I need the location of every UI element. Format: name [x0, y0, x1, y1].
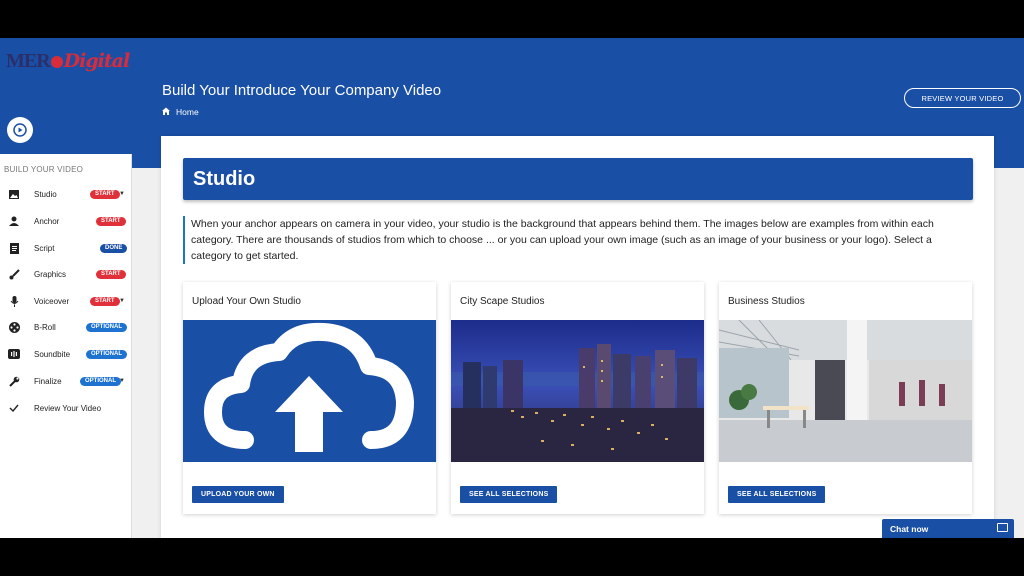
status-badge: START: [90, 296, 120, 306]
cloud-upload-icon[interactable]: [183, 320, 436, 462]
caret-down-icon[interactable]: ▼: [119, 298, 125, 304]
section-title: Studio: [193, 168, 256, 190]
film-reel-icon: [8, 321, 20, 333]
sidebar: MER Digital BUILD YOUR VIDEO Studio START…: [0, 38, 132, 538]
person-icon: [8, 215, 20, 227]
sidebar-item-soundbite[interactable]: Soundbite OPTIONAL: [0, 344, 132, 364]
sidebar-item-review[interactable]: Review Your Video: [0, 398, 132, 418]
home-icon[interactable]: [162, 107, 170, 117]
script-icon: [8, 242, 20, 254]
chat-label: Chat now: [890, 523, 929, 534]
sidebar-item-studio[interactable]: Studio START ▼: [0, 184, 132, 204]
play-circle-icon[interactable]: [7, 117, 33, 143]
sidebar-item-graphics[interactable]: Graphics START: [0, 264, 132, 284]
sidebar-item-label: Graphics: [34, 269, 67, 279]
sidebar-item-label: B-Roll: [34, 322, 56, 332]
card-title: Business Studios: [728, 296, 805, 307]
wrench-icon: [8, 375, 20, 387]
page-title: Build Your Introduce Your Company Video: [162, 82, 442, 99]
see-all-business-button[interactable]: SEE ALL SELECTIONS: [728, 486, 826, 503]
studio-card-upload[interactable]: Upload Your Own Studio UPLOAD YOUR OWN: [183, 282, 436, 514]
studio-card-cityscape[interactable]: City Scape Studios SEE ALL SELECTIONS: [451, 282, 704, 514]
logo-text: MER: [6, 50, 51, 72]
brush-icon: [8, 268, 20, 280]
sidebar-item-label: Voiceover: [34, 296, 70, 306]
review-video-button[interactable]: REVIEW YOUR VIDEO: [904, 88, 1021, 108]
chat-now-widget[interactable]: Chat now: [882, 519, 1014, 538]
sidebar-item-finalize[interactable]: Finalize OPTIONAL ▼: [0, 371, 132, 391]
sidebar-item-label: Script: [34, 243, 55, 253]
logo-mark-icon: [50, 56, 63, 69]
sidebar-item-label: Finalize: [34, 376, 62, 386]
caret-down-icon[interactable]: ▼: [119, 191, 125, 197]
sidebar-item-label: Soundbite: [34, 349, 71, 359]
sidebar-header: MER Digital: [0, 38, 132, 154]
check-icon: [8, 402, 20, 414]
sidebar-item-label: Studio: [34, 189, 57, 199]
business-office-photo[interactable]: [719, 320, 972, 462]
image-icon: [8, 188, 20, 200]
app-frame: MER Digital BUILD YOUR VIDEO Studio START…: [0, 38, 1024, 538]
microphone-icon: [8, 295, 20, 307]
upload-own-button[interactable]: UPLOAD YOUR OWN: [192, 486, 284, 503]
sidebar-item-script[interactable]: Script DONE: [0, 238, 132, 258]
status-badge: OPTIONAL: [86, 349, 127, 359]
sidebar-section-title: BUILD YOUR VIDEO: [4, 165, 84, 174]
card-title: City Scape Studios: [460, 296, 545, 307]
chat-window-icon[interactable]: [997, 523, 1008, 532]
soundbite-icon: [8, 348, 20, 360]
main-panel: Studio When your anchor appears on camer…: [161, 136, 994, 538]
status-badge: START: [90, 189, 120, 199]
caret-down-icon[interactable]: ▼: [119, 378, 125, 384]
card-title: Upload Your Own Studio: [192, 296, 301, 307]
breadcrumb: Home: [162, 107, 199, 117]
sidebar-item-voiceover[interactable]: Voiceover START ▼: [0, 291, 132, 311]
breadcrumb-home-link[interactable]: Home: [176, 107, 199, 117]
see-all-cityscape-button[interactable]: SEE ALL SELECTIONS: [460, 486, 558, 503]
studio-card-business[interactable]: Business Studios SEE ALL SELECTIONS: [719, 282, 972, 514]
brand-logo[interactable]: MER Digital: [6, 50, 131, 73]
logo-accent-text: Digital: [63, 50, 131, 72]
sidebar-item-label: Anchor: [34, 216, 60, 226]
status-badge: START: [96, 216, 126, 226]
status-badge: OPTIONAL: [86, 322, 127, 332]
cityscape-photo[interactable]: [451, 320, 704, 462]
sidebar-item-anchor[interactable]: Anchor START: [0, 211, 132, 231]
status-badge: DONE: [100, 243, 128, 253]
status-badge: START: [96, 269, 126, 279]
status-badge: OPTIONAL: [80, 376, 121, 386]
sidebar-item-label: Review Your Video: [34, 403, 102, 413]
section-header: Studio: [183, 158, 973, 200]
section-description: When your anchor appears on camera in yo…: [183, 216, 973, 264]
sidebar-item-b-roll[interactable]: B-Roll OPTIONAL: [0, 317, 132, 337]
